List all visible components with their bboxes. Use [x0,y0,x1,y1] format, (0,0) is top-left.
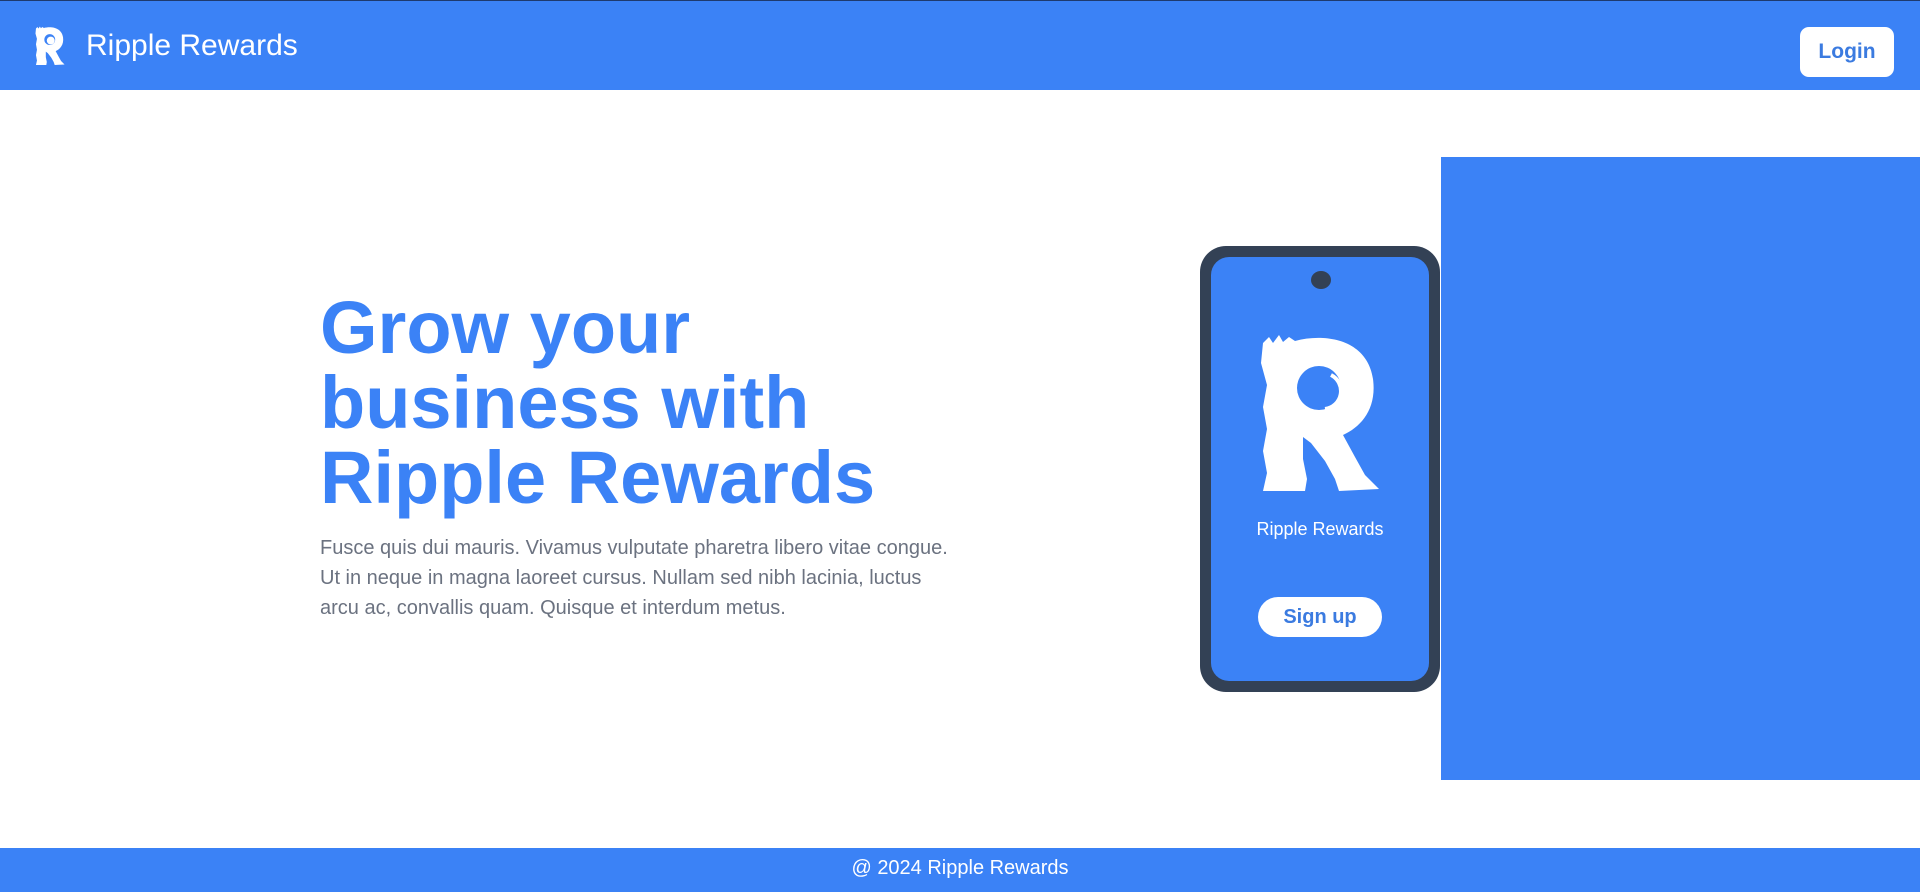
footer-copyright: @ 2024 Ripple Rewards [851,857,1069,879]
signup-button[interactable]: Sign up [1258,597,1382,637]
ripple-r-logo-icon [1261,335,1379,491]
footer: @ 2024 Ripple Rewards [0,848,1920,892]
hero-section: Grow your business with Ripple Rewards F… [320,290,960,623]
decorative-blue-panel [1441,157,1920,780]
phone-app-name: Ripple Rewards [1256,519,1384,539]
phone-mockup: Ripple Rewards Sign up [1200,246,1440,692]
phone-screen: Ripple Rewards Sign up [1211,257,1429,681]
login-button[interactable]: Login [1800,27,1894,77]
hero-title: Grow your business with Ripple Rewards [320,286,876,519]
top-navbar: Ripple Rewards Login [0,0,1920,90]
phone-camera [1311,271,1331,289]
hero-description: Fusce quis dui mauris. Vivamus vulputate… [320,537,948,619]
brand[interactable]: Ripple Rewards [34,23,298,69]
ripple-r-logo-icon [35,26,65,65]
brand-name: Ripple Rewards [86,29,298,62]
